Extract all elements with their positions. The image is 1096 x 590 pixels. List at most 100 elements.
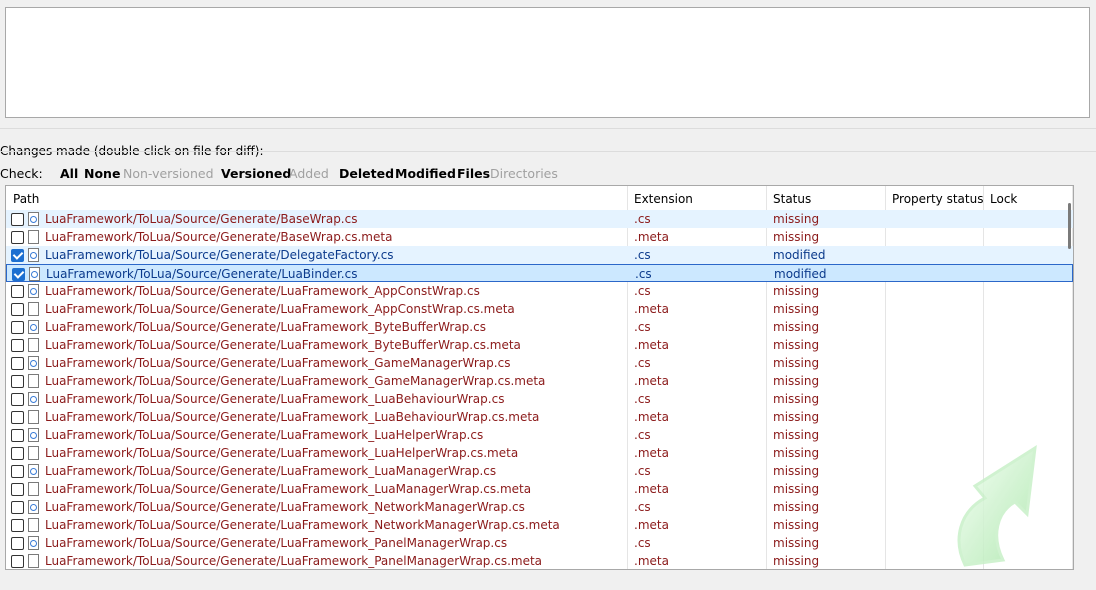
table-row[interactable]: LuaFramework/ToLua/Source/Generate/LuaFr… <box>6 444 1073 462</box>
row-extension: .cs <box>634 212 651 226</box>
row-checkbox[interactable] <box>11 429 24 442</box>
row-status: missing <box>773 284 820 298</box>
row-checkbox[interactable] <box>11 465 24 478</box>
row-extension: .cs <box>635 267 652 281</box>
row-checkbox[interactable] <box>11 375 24 388</box>
row-path: LuaFramework/ToLua/Source/Generate/LuaFr… <box>45 302 515 316</box>
table-row[interactable]: LuaFramework/ToLua/Source/Generate/LuaFr… <box>6 498 1073 516</box>
table-row[interactable]: LuaFramework/ToLua/Source/Generate/LuaFr… <box>6 552 1073 569</box>
table-row[interactable]: LuaFramework/ToLua/Source/Generate/Deleg… <box>6 246 1073 264</box>
row-path: LuaFramework/ToLua/Source/Generate/LuaBi… <box>46 267 358 281</box>
column-header-path[interactable]: Path <box>13 192 39 206</box>
row-path: LuaFramework/ToLua/Source/Generate/Deleg… <box>45 248 394 262</box>
row-status: missing <box>773 212 820 226</box>
table-row[interactable]: LuaFramework/ToLua/Source/Generate/LuaFr… <box>6 372 1073 390</box>
table-row[interactable]: LuaFramework/ToLua/Source/Generate/LuaFr… <box>6 516 1073 534</box>
table-row[interactable]: LuaFramework/ToLua/Source/Generate/LuaFr… <box>6 318 1073 336</box>
row-path: LuaFramework/ToLua/Source/Generate/LuaFr… <box>45 464 497 478</box>
table-row[interactable]: LuaFramework/ToLua/Source/Generate/LuaFr… <box>6 408 1073 426</box>
row-status: missing <box>773 500 820 514</box>
table-row[interactable]: LuaFramework/ToLua/Source/Generate/BaseW… <box>6 228 1073 246</box>
cs-file-icon <box>28 392 39 406</box>
column-header-property-status[interactable]: Property status <box>892 192 983 206</box>
row-extension: .cs <box>634 536 651 550</box>
row-status: missing <box>773 356 820 370</box>
table-row[interactable]: LuaFramework/ToLua/Source/Generate/BaseW… <box>6 210 1073 228</box>
table-row[interactable]: LuaFramework/ToLua/Source/Generate/LuaBi… <box>6 264 1073 282</box>
table-row[interactable]: LuaFramework/ToLua/Source/Generate/LuaFr… <box>6 480 1073 498</box>
check-versioned-link[interactable]: Versioned <box>221 166 291 181</box>
check-added-link[interactable]: Added <box>289 166 329 181</box>
splitter[interactable] <box>0 128 1096 129</box>
row-status: missing <box>773 554 820 568</box>
row-checkbox[interactable] <box>11 393 24 406</box>
row-checkbox[interactable] <box>11 321 24 334</box>
file-icon <box>28 338 39 352</box>
row-status: modified <box>774 267 827 281</box>
row-path: LuaFramework/ToLua/Source/Generate/LuaFr… <box>45 446 519 460</box>
row-status: missing <box>773 428 820 442</box>
row-status: missing <box>773 230 820 244</box>
row-path: LuaFramework/ToLua/Source/Generate/LuaFr… <box>45 284 480 298</box>
row-checkbox[interactable] <box>12 268 25 281</box>
row-extension: .meta <box>634 230 669 244</box>
check-files-link[interactable]: Files <box>457 166 490 181</box>
cs-file-icon <box>28 356 39 370</box>
row-path: LuaFramework/ToLua/Source/Generate/LuaFr… <box>45 338 521 352</box>
cs-file-icon <box>29 267 40 281</box>
row-extension: .cs <box>634 320 651 334</box>
check-none-link[interactable]: None <box>84 166 120 181</box>
row-extension: .meta <box>634 374 669 388</box>
table-row[interactable]: LuaFramework/ToLua/Source/Generate/LuaFr… <box>6 390 1073 408</box>
table-row[interactable]: LuaFramework/ToLua/Source/Generate/LuaFr… <box>6 426 1073 444</box>
row-checkbox[interactable] <box>11 555 24 568</box>
table-row[interactable]: LuaFramework/ToLua/Source/Generate/LuaFr… <box>6 354 1073 372</box>
row-status: missing <box>773 536 820 550</box>
row-extension: .cs <box>634 284 651 298</box>
table-row[interactable]: LuaFramework/ToLua/Source/Generate/LuaFr… <box>6 462 1073 480</box>
column-header-extension[interactable]: Extension <box>634 192 693 206</box>
row-extension: .cs <box>634 356 651 370</box>
cs-file-icon <box>28 428 39 442</box>
table-row[interactable]: LuaFramework/ToLua/Source/Generate/LuaFr… <box>6 300 1073 318</box>
cs-file-icon <box>28 212 39 226</box>
check-modified-link[interactable]: Modified <box>395 166 456 181</box>
row-checkbox[interactable] <box>11 519 24 532</box>
row-checkbox[interactable] <box>11 231 24 244</box>
row-checkbox[interactable] <box>11 447 24 460</box>
row-checkbox[interactable] <box>11 303 24 316</box>
row-checkbox[interactable] <box>11 339 24 352</box>
row-extension: .meta <box>634 482 669 496</box>
check-non-versioned-link[interactable]: Non-versioned <box>123 166 214 181</box>
row-path: LuaFramework/ToLua/Source/Generate/LuaFr… <box>45 500 525 514</box>
row-checkbox[interactable] <box>11 483 24 496</box>
row-checkbox[interactable] <box>11 357 24 370</box>
row-status: missing <box>773 446 820 460</box>
row-extension: .cs <box>634 500 651 514</box>
table-row[interactable]: LuaFramework/ToLua/Source/Generate/LuaFr… <box>6 282 1073 300</box>
row-checkbox[interactable] <box>11 249 24 262</box>
file-icon <box>28 302 39 316</box>
row-checkbox[interactable] <box>11 501 24 514</box>
changes-list[interactable]: Path Extension Status Property status Lo… <box>5 185 1074 570</box>
row-path: LuaFramework/ToLua/Source/Generate/LuaFr… <box>45 518 560 532</box>
check-directories-link[interactable]: Directories <box>490 166 558 181</box>
column-header-status[interactable]: Status <box>773 192 811 206</box>
tortoisesvn-commit-arrow-icon <box>957 445 1037 567</box>
column-header-lock[interactable]: Lock <box>990 192 1017 206</box>
row-checkbox[interactable] <box>11 285 24 298</box>
row-path: LuaFramework/ToLua/Source/Generate/LuaFr… <box>45 392 505 406</box>
row-status: missing <box>773 482 820 496</box>
row-checkbox[interactable] <box>11 213 24 226</box>
vertical-scrollbar[interactable] <box>1068 203 1071 249</box>
check-deleted-link[interactable]: Deleted <box>339 166 394 181</box>
check-all-link[interactable]: All <box>60 166 78 181</box>
row-status: modified <box>773 248 826 262</box>
row-checkbox[interactable] <box>11 537 24 550</box>
commit-message-input[interactable] <box>5 7 1090 118</box>
table-row[interactable]: LuaFramework/ToLua/Source/Generate/LuaFr… <box>6 534 1073 552</box>
row-checkbox[interactable] <box>11 411 24 424</box>
file-icon <box>28 518 39 532</box>
table-row[interactable]: LuaFramework/ToLua/Source/Generate/LuaFr… <box>6 336 1073 354</box>
file-icon <box>28 554 39 568</box>
